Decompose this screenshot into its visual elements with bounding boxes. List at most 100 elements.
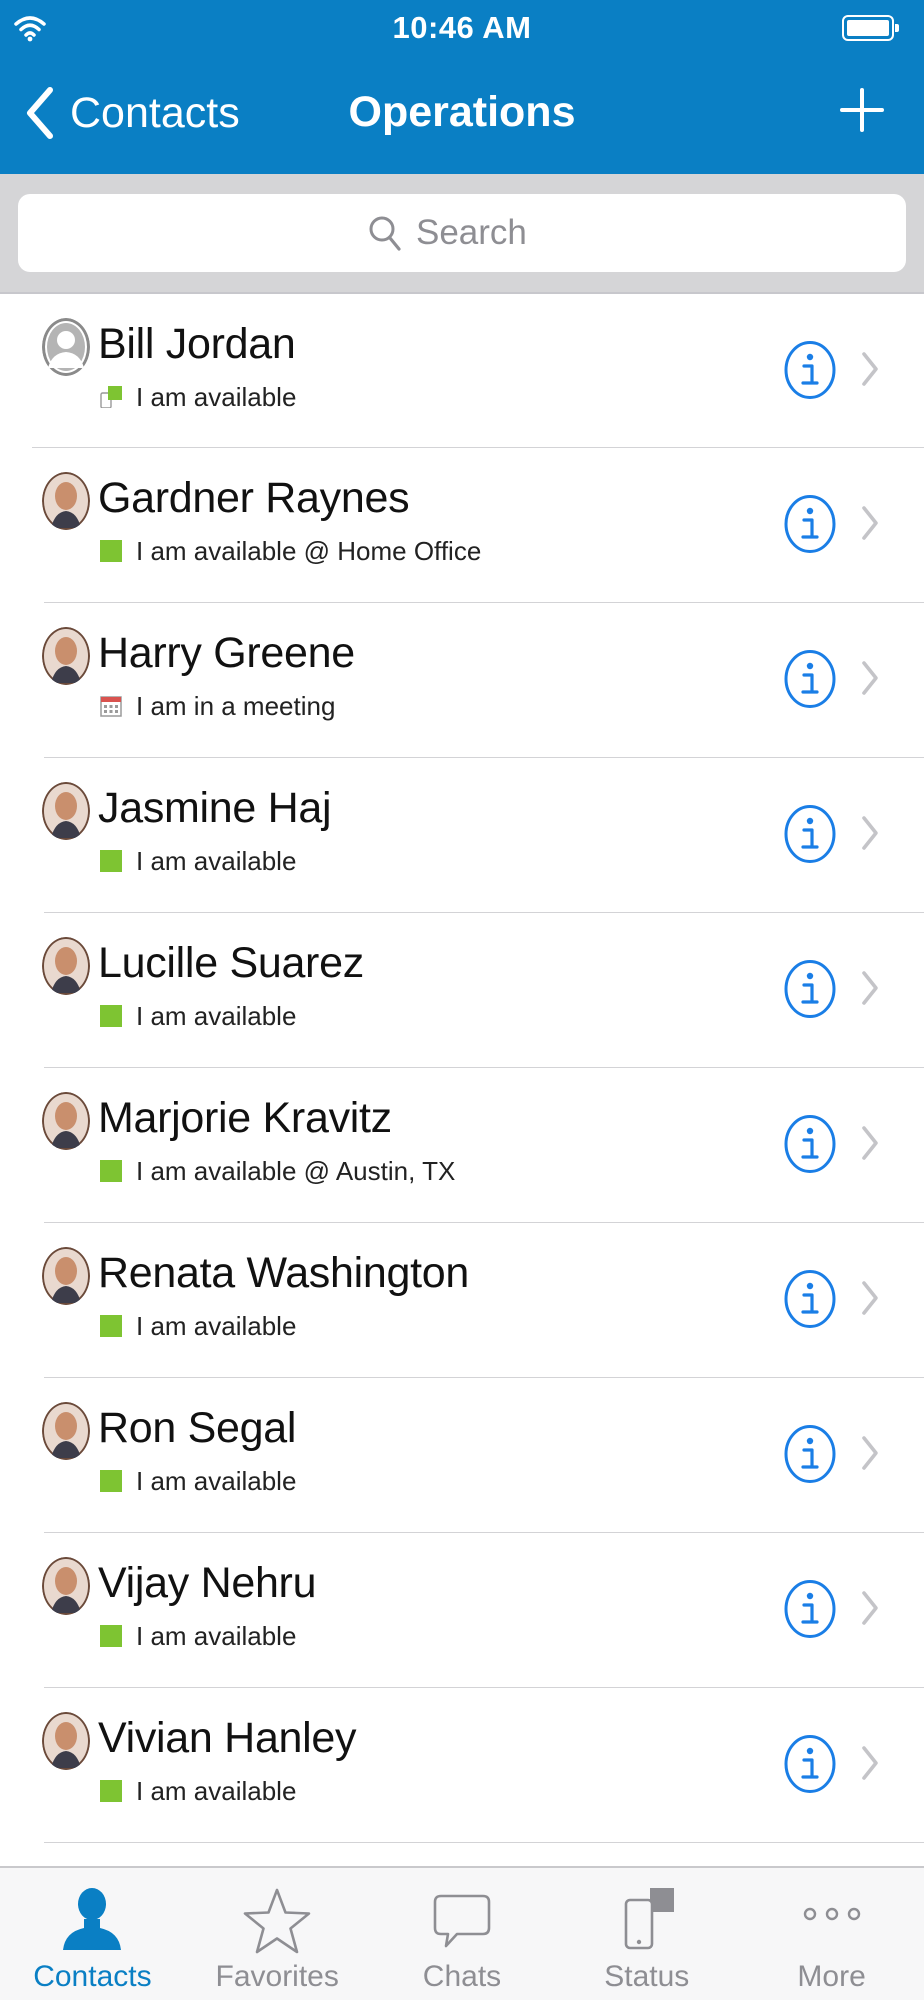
- contact-row[interactable]: Bill Jordan I am available: [0, 294, 924, 448]
- chevron-right-icon: [860, 350, 880, 388]
- chevron-right-icon: [860, 1124, 880, 1162]
- row-divider: [44, 1842, 924, 1843]
- chat-bubble-icon: [427, 1886, 497, 1958]
- search-input[interactable]: [416, 213, 556, 253]
- search-bar: [0, 174, 924, 294]
- contact-name: Vivian Hanley: [98, 1714, 357, 1762]
- presence-status-text: I am available: [136, 382, 297, 412]
- app-header: 10:46 AM Contacts Operations: [0, 0, 924, 174]
- avatar: [42, 1557, 90, 1615]
- contact-row[interactable]: Vijay Nehru I am available: [0, 1533, 924, 1688]
- tab-label: More: [797, 1960, 866, 1993]
- avatar: [42, 1712, 90, 1770]
- tab-bar: Contacts Favorites Chats Status More: [0, 1866, 924, 2000]
- presence-status-text: I am in a meeting: [136, 691, 336, 721]
- info-icon[interactable]: [784, 804, 836, 864]
- presence-status-text: I am available: [136, 1466, 297, 1496]
- chevron-right-icon: [860, 814, 880, 852]
- presence-status-text: I am available: [136, 1621, 297, 1651]
- search-field[interactable]: [18, 194, 906, 272]
- calendar-icon: [100, 695, 122, 717]
- info-icon[interactable]: [784, 1579, 836, 1639]
- chevron-right-icon: [860, 1434, 880, 1472]
- search-icon: [369, 216, 401, 251]
- contact-name: Marjorie Kravitz: [98, 1094, 392, 1142]
- tab-chats[interactable]: Chats: [370, 1868, 555, 2000]
- add-contact-button[interactable]: [840, 88, 884, 132]
- tab-more[interactable]: More: [739, 1868, 924, 2000]
- available-icon: [100, 1315, 122, 1337]
- avatar: [42, 1247, 90, 1305]
- tab-label: Favorites: [215, 1960, 339, 1993]
- presence-status-text: I am available: [136, 1776, 297, 1806]
- contact-name: Lucille Suarez: [98, 939, 364, 987]
- chevron-right-icon: [860, 1279, 880, 1317]
- tab-status[interactable]: Status: [554, 1868, 739, 2000]
- available-icon: [100, 1160, 122, 1182]
- tab-contacts[interactable]: Contacts: [0, 1868, 185, 2000]
- info-icon[interactable]: [784, 494, 836, 554]
- person-icon: [57, 1886, 127, 1958]
- tab-label: Contacts: [33, 1960, 152, 1993]
- contact-row[interactable]: Jasmine Haj I am available: [0, 758, 924, 913]
- mobile-available-icon: [100, 386, 122, 409]
- contact-row[interactable]: Gardner Raynes I am available @ Home Offi…: [0, 448, 924, 603]
- back-button[interactable]: Contacts: [24, 82, 240, 144]
- tab-favorites[interactable]: Favorites: [185, 1868, 370, 2000]
- contact-row[interactable]: Renata Washington I am available: [0, 1223, 924, 1378]
- contact-list: Bill Jordan I am available Gardner Raynes I…: [0, 294, 924, 1843]
- info-icon[interactable]: [784, 1734, 836, 1794]
- tab-label: Chats: [422, 1960, 502, 1993]
- chevron-right-icon: [860, 1589, 880, 1627]
- available-icon: [100, 850, 122, 872]
- available-icon: [100, 1780, 122, 1802]
- presence-status-text: I am available @ Austin, TX: [136, 1156, 456, 1186]
- avatar: [42, 627, 90, 685]
- chevron-right-icon: [860, 969, 880, 1007]
- avatar: [42, 782, 90, 840]
- contact-name: Gardner Raynes: [98, 474, 410, 522]
- avatar: [42, 937, 90, 995]
- available-icon: [100, 1625, 122, 1647]
- back-button-label: Contacts: [70, 88, 240, 137]
- chevron-left-icon: [27, 87, 53, 139]
- status-bar: 10:46 AM: [0, 0, 924, 58]
- contact-row[interactable]: Vivian Hanley I am available: [0, 1688, 924, 1843]
- presence-status-text: I am available @ Home Office: [136, 536, 482, 566]
- available-icon: [100, 540, 122, 562]
- available-icon: [100, 1470, 122, 1492]
- info-icon[interactable]: [784, 1424, 836, 1484]
- contact-name: Bill Jordan: [98, 320, 296, 368]
- battery-icon: [842, 15, 899, 41]
- presence-status-text: I am available: [136, 846, 297, 876]
- avatar: [42, 1402, 90, 1460]
- contact-row[interactable]: Marjorie Kravitz I am available @ Austin,…: [0, 1068, 924, 1223]
- info-icon[interactable]: [784, 1269, 836, 1329]
- star-icon: [242, 1886, 312, 1958]
- chevron-right-icon: [860, 659, 880, 697]
- info-icon[interactable]: [784, 649, 836, 709]
- avatar: [42, 318, 90, 376]
- tab-label: Status: [604, 1960, 690, 1993]
- status-time: 10:46 AM: [392, 10, 532, 45]
- presence-status-text: I am available: [136, 1001, 297, 1031]
- status-device-icon: [612, 1886, 682, 1958]
- avatar: [42, 1092, 90, 1150]
- chevron-right-icon: [860, 1744, 880, 1782]
- available-icon: [100, 1005, 122, 1027]
- contact-row[interactable]: Harry Greene I am in a meeting: [0, 603, 924, 758]
- ellipsis-icon: [797, 1886, 867, 1958]
- avatar: [42, 472, 90, 530]
- info-icon[interactable]: [784, 959, 836, 1019]
- contact-name: Ron Segal: [98, 1404, 297, 1452]
- presence-status-text: I am available: [136, 1311, 297, 1341]
- chevron-right-icon: [860, 504, 880, 542]
- contact-name: Jasmine Haj: [98, 784, 332, 832]
- contact-name: Renata Washington: [98, 1249, 469, 1297]
- contact-name: Harry Greene: [98, 629, 355, 677]
- contact-row[interactable]: Lucille Suarez I am available: [0, 913, 924, 1068]
- info-icon[interactable]: [784, 1114, 836, 1174]
- contact-name: Vijay Nehru: [98, 1559, 317, 1607]
- contact-row[interactable]: Ron Segal I am available: [0, 1378, 924, 1533]
- info-icon[interactable]: [784, 340, 836, 400]
